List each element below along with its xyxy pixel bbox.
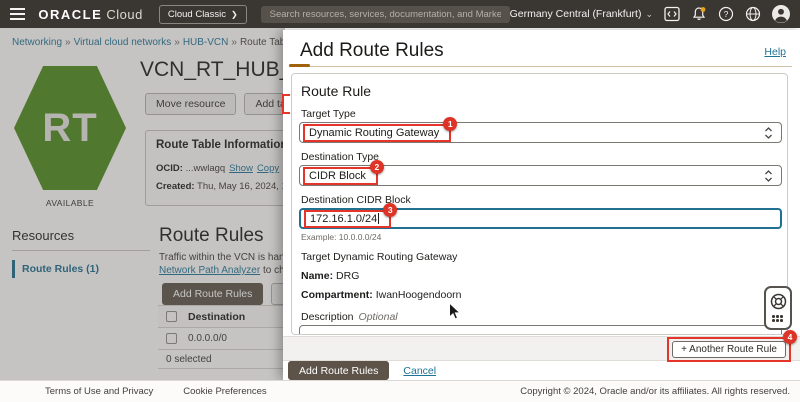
add-route-rules-panel: Add Route Rules Help Route Rule Target T… xyxy=(283,30,800,380)
chevron-down-icon: ⌄ xyxy=(645,9,653,20)
svg-text:?: ? xyxy=(724,9,729,19)
destination-type-select[interactable]: CIDR Block 2 xyxy=(299,165,782,186)
cookie-preferences-link[interactable]: Cookie Preferences xyxy=(183,386,266,397)
annotation-box-cropped xyxy=(282,94,290,114)
description-input[interactable] xyxy=(299,325,782,335)
cidr-example-hint: Example: 10.0.0.0/24 xyxy=(301,232,782,242)
annotation-badge-4: 4 xyxy=(783,330,797,344)
search-input[interactable] xyxy=(261,6,510,23)
select-updown-icon xyxy=(764,169,773,183)
page-footer: Terms of Use and Privacy Cookie Preferen… xyxy=(0,380,800,402)
oracle-cloud-console: ORACLE Cloud Cloud Classic ❯ Germany Cen… xyxy=(0,0,800,402)
annotation-badge-2: 2 xyxy=(370,160,384,174)
panel-add-route-rules-button[interactable]: Add Route Rules xyxy=(288,361,389,380)
destination-cidr-input[interactable]: 172.16.1.0/24 3 xyxy=(299,208,782,229)
notification-bell-icon[interactable] xyxy=(691,6,707,22)
help-link[interactable]: Help xyxy=(764,46,786,58)
annotation-badge-1: 1 xyxy=(443,117,457,131)
dots-grid-icon[interactable] xyxy=(772,315,784,323)
support-floating-widget[interactable] xyxy=(764,286,792,330)
route-rule-card: Route Rule Target Type Dynamic Routing G… xyxy=(291,73,788,335)
annotation-box-1: Dynamic Routing Gateway 1 xyxy=(303,124,451,142)
target-type-select[interactable]: Dynamic Routing Gateway 1 xyxy=(299,122,782,143)
modal-dim-overlay xyxy=(0,28,285,380)
globe-icon[interactable] xyxy=(745,6,761,22)
select-updown-icon xyxy=(764,126,773,140)
code-console-icon[interactable] xyxy=(664,6,680,22)
terms-link[interactable]: Terms of Use and Privacy xyxy=(45,386,153,397)
divider xyxy=(289,66,792,67)
target-type-label: Target Type xyxy=(301,108,782,120)
text-caret xyxy=(378,213,379,224)
hamburger-icon[interactable] xyxy=(10,8,25,20)
chevron-right-icon: ❯ xyxy=(231,10,238,19)
help-circle-icon[interactable]: ? xyxy=(718,6,734,22)
annotation-box-4: + Another Route Rule 4 xyxy=(667,337,791,362)
life-buoy-icon[interactable] xyxy=(770,293,787,310)
destination-cidr-label: Destination CIDR Block xyxy=(301,194,782,206)
cloud-classic-button[interactable]: Cloud Classic ❯ xyxy=(159,5,247,24)
oracle-cloud-logo[interactable]: ORACLE Cloud xyxy=(38,7,142,22)
top-navigation-bar: ORACLE Cloud Cloud Classic ❯ Germany Cen… xyxy=(0,0,800,28)
another-route-rule-button[interactable]: + Another Route Rule xyxy=(672,341,786,358)
card-footer-strip: + Another Route Rule 4 xyxy=(283,336,800,361)
target-info-heading: Target Dynamic Routing Gateway xyxy=(301,251,782,263)
avatar-icon[interactable] xyxy=(772,5,790,23)
description-label: DescriptionOptional xyxy=(301,311,782,323)
region-selector[interactable]: Germany Central (Frankfurt) ⌄ xyxy=(510,8,653,20)
scroll-progress-indicator xyxy=(289,64,310,67)
copyright-text: Copyright © 2024, Oracle and/or its affi… xyxy=(520,386,790,397)
annotation-box-3: 172.16.1.0/24 3 xyxy=(304,210,391,228)
panel-title: Add Route Rules xyxy=(300,40,444,62)
annotation-box-2: CIDR Block 2 xyxy=(303,167,378,185)
cancel-link[interactable]: Cancel xyxy=(403,365,436,377)
annotation-badge-3: 3 xyxy=(383,203,397,217)
